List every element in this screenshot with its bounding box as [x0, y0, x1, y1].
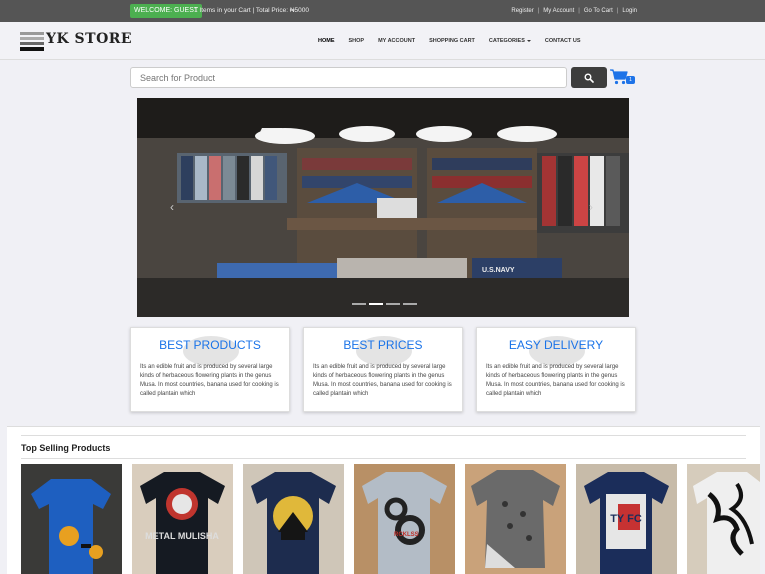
product-navy-fc-tshirt[interactable]: TY FC [576, 464, 677, 574]
product-image: RCKLSS [354, 464, 455, 574]
nav-home[interactable]: HOME [318, 38, 335, 44]
top-bar: WELCOME: GUEST 1 Items in your Cart | To… [0, 0, 765, 22]
product-navy-house-tshirt[interactable] [243, 464, 344, 574]
nav-my-account[interactable]: MY ACCOUNT [378, 38, 415, 44]
product-image [243, 464, 344, 574]
my-account-link[interactable]: My Account [543, 8, 574, 14]
feature-best-products: BEST PRODUCTS Its an edible fruit and is… [130, 327, 290, 412]
account-links: Register | My Account | Go To Cart | Login [511, 8, 637, 14]
product-image: TY FC [576, 464, 677, 574]
carousel-indicators [352, 303, 420, 305]
feature-title: BEST PRICES [343, 338, 423, 352]
go-to-cart-link[interactable]: Go To Cart [584, 8, 613, 14]
nav-categories-dropdown[interactable]: CATEGORIES [489, 38, 531, 44]
feature-text: Its an edible fruit and is produced by s… [486, 364, 625, 397]
search-input[interactable] [130, 67, 567, 88]
indicator-1[interactable] [352, 303, 366, 305]
carousel-prev-icon[interactable]: ‹ [170, 201, 174, 213]
nav-categories-label: CATEGORIES [488, 38, 525, 44]
indicator-4[interactable] [403, 303, 417, 305]
nav-contact-us[interactable]: CONTACT US [545, 38, 581, 44]
product-image: METAL MULISHA [132, 464, 233, 574]
product-image [465, 464, 566, 574]
cart-summary: 1 Items in your Cart | Total Price: ₦500… [194, 7, 310, 14]
store-interior-image: U.S.NAVY [137, 98, 629, 317]
indicator-2[interactable] [369, 303, 383, 305]
caret-down-icon [526, 39, 531, 42]
feature-title: BEST PRODUCTS [159, 338, 261, 352]
top-selling-section: Top Selling Products METAL MULISHA RCKLS… [7, 426, 760, 574]
store-logo-icon[interactable] [20, 32, 44, 52]
tshirt-print: RCKLSS [394, 532, 419, 538]
product-grey-pattern-tshirt[interactable] [465, 464, 566, 574]
feature-easy-delivery: EASY DELIVERY Its an edible fruit and is… [476, 327, 636, 412]
search-icon [584, 73, 594, 83]
cart-count-badge: 1 [626, 76, 635, 84]
nav-shopping-cart[interactable]: SHOPPING CART [429, 38, 475, 44]
feature-text: Its an edible fruit and is produced by s… [140, 364, 279, 397]
brand-name[interactable]: YK STORE [46, 31, 132, 47]
feature-title: EASY DELIVERY [508, 338, 604, 352]
tshirt-print: TY FC [610, 513, 642, 525]
product-image [21, 464, 122, 574]
search-button[interactable] [571, 67, 607, 88]
product-blue-tshirt[interactable] [21, 464, 122, 574]
hero-carousel[interactable]: U.S.NAVY [137, 98, 629, 317]
section-title: Top Selling Products [21, 443, 111, 453]
slide-caption: U.S.NAVY [482, 267, 515, 274]
register-link[interactable]: Register [511, 8, 533, 14]
nav-shop[interactable]: SHOP [349, 38, 365, 44]
feature-best-prices: BEST PRICES Its an edible fruit and is p… [303, 327, 463, 412]
carousel-next-icon[interactable]: › [589, 201, 593, 213]
product-image [687, 464, 760, 574]
main-menu: HOME SHOP MY ACCOUNT SHOPPING CART CATEG… [318, 22, 595, 60]
login-link[interactable]: Login [622, 8, 637, 14]
product-grey-86-tshirt[interactable]: RCKLSS [354, 464, 455, 574]
feature-text: Its an edible fruit and is produced by s… [313, 364, 452, 397]
welcome-badge: WELCOME: GUEST [130, 4, 203, 18]
indicator-3[interactable] [386, 303, 400, 305]
navbar: YK STORE HOME SHOP MY ACCOUNT SHOPPING C… [0, 22, 765, 60]
tshirt-print: METAL MULISHA [145, 531, 219, 541]
product-black-metal-tshirt[interactable]: METAL MULISHA [132, 464, 233, 574]
product-white-leaf-tshirt[interactable] [687, 464, 760, 574]
